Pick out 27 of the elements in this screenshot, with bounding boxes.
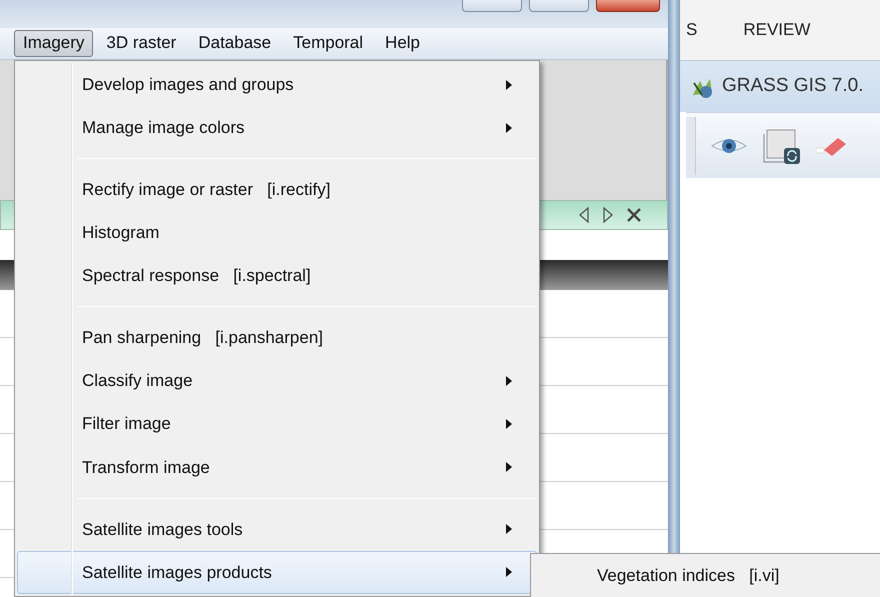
ribbon-tab[interactable]: REVIEW: [743, 17, 810, 43]
menu-item[interactable]: Manage image colors: [17, 106, 537, 150]
menu-item[interactable]: Develop images and groups: [17, 63, 537, 106]
menu-item[interactable]: Classify image: [17, 360, 537, 403]
menu-item[interactable]: Imagery: [14, 30, 94, 57]
menu-item[interactable]: Temporal: [284, 30, 372, 57]
menu-item[interactable]: Database: [189, 30, 280, 57]
menu-item[interactable]: 3D raster: [97, 30, 186, 57]
menu-item[interactable]: Rectify image or raster [i.rectify]: [17, 168, 537, 212]
previous-icon[interactable]: [579, 207, 589, 223]
menu-item[interactable]: Vegetation indices [i.vi]: [533, 556, 880, 596]
menu-item[interactable]: Satellite images products: [17, 550, 537, 594]
menu-item[interactable]: Satellite images tools: [17, 508, 537, 551]
menu-item[interactable]: Help: [376, 30, 430, 57]
menu-item[interactable]: Histogram: [17, 211, 537, 254]
maximize-button[interactable]: [529, 0, 589, 12]
menu-item[interactable]: Transform image: [17, 446, 537, 489]
close-button[interactable]: [596, 0, 660, 12]
close-icon[interactable]: [627, 208, 641, 222]
next-icon[interactable]: [603, 207, 613, 223]
menu-item[interactable]: Spectral response [i.spectral]: [17, 254, 537, 298]
toolbar-grip[interactable]: [686, 116, 696, 174]
window-title: GRASS GIS 7.0.: [722, 74, 864, 98]
menu-item[interactable]: Pan sharpening [i.pansharpen]: [17, 316, 537, 360]
minimize-button[interactable]: [462, 0, 522, 12]
ribbon-tab[interactable]: S: [686, 17, 698, 43]
menu-item[interactable]: Filter image: [17, 402, 537, 446]
